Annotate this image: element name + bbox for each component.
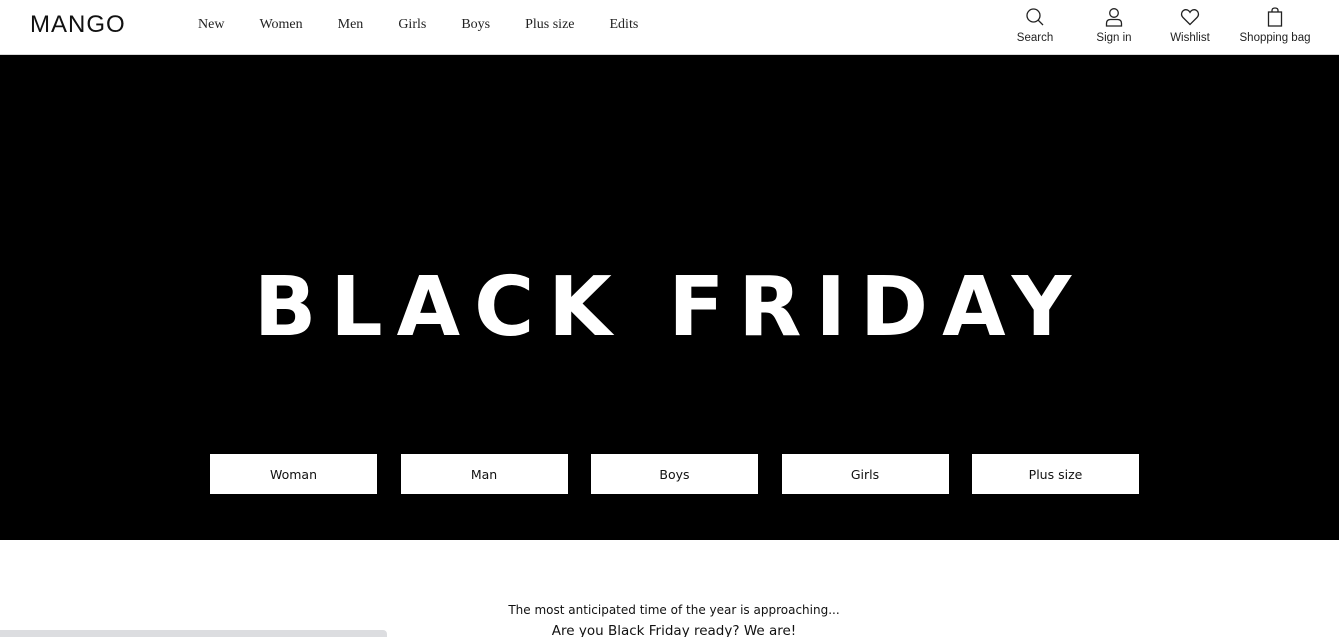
horizontal-scrollbar[interactable]	[0, 630, 387, 637]
wishlist-label: Wishlist	[1170, 32, 1210, 44]
nav-item-boys[interactable]: Boys	[461, 16, 490, 34]
hero-title: BLACK FRIDAY	[253, 260, 1086, 355]
site-header: MANGO New Women Men Girls Boys Plus size…	[0, 0, 1339, 55]
bag-icon	[1267, 7, 1283, 27]
mango-logo[interactable]: MANGO	[30, 11, 126, 39]
search-button[interactable]: Search	[1010, 6, 1060, 44]
nav-item-girls[interactable]: Girls	[398, 16, 426, 34]
man-button[interactable]: Man	[400, 454, 568, 494]
nav-item-men[interactable]: Men	[338, 16, 364, 34]
search-label: Search	[1016, 32, 1054, 44]
wishlist-button[interactable]: Wishlist	[1165, 6, 1215, 44]
main-nav: New Women Men Girls Boys Plus size Edits	[198, 16, 638, 34]
black-friday-hero: BLACK FRIDAY Woman Man Boys Girls Plus s…	[0, 55, 1339, 540]
sign-in-label: Sign in	[1096, 32, 1132, 44]
nav-item-new[interactable]: New	[198, 16, 224, 34]
nav-item-women[interactable]: Women	[259, 16, 302, 34]
user-icon	[1105, 8, 1123, 27]
search-icon	[1026, 8, 1044, 26]
hero-category-buttons: Woman Man Boys Girls Plus size	[210, 454, 1139, 494]
nav-item-edits[interactable]: Edits	[610, 16, 639, 34]
intro-section: The most anticipated time of the year is…	[0, 540, 1339, 637]
header-actions: Search Sign in Wishlist Shopping bag	[1010, 6, 1315, 44]
girls-button[interactable]: Girls	[781, 454, 949, 494]
intro-text-line-1: The most anticipated time of the year is…	[508, 603, 840, 617]
plus-size-button[interactable]: Plus size	[972, 454, 1139, 494]
shopping-bag-button[interactable]: Shopping bag	[1235, 6, 1315, 44]
sign-in-button[interactable]: Sign in	[1087, 6, 1141, 44]
shopping-bag-label: Shopping bag	[1239, 32, 1311, 44]
boys-button[interactable]: Boys	[591, 454, 758, 494]
heart-icon	[1180, 9, 1200, 26]
nav-item-plus-size[interactable]: Plus size	[525, 16, 574, 34]
woman-button[interactable]: Woman	[210, 454, 377, 494]
